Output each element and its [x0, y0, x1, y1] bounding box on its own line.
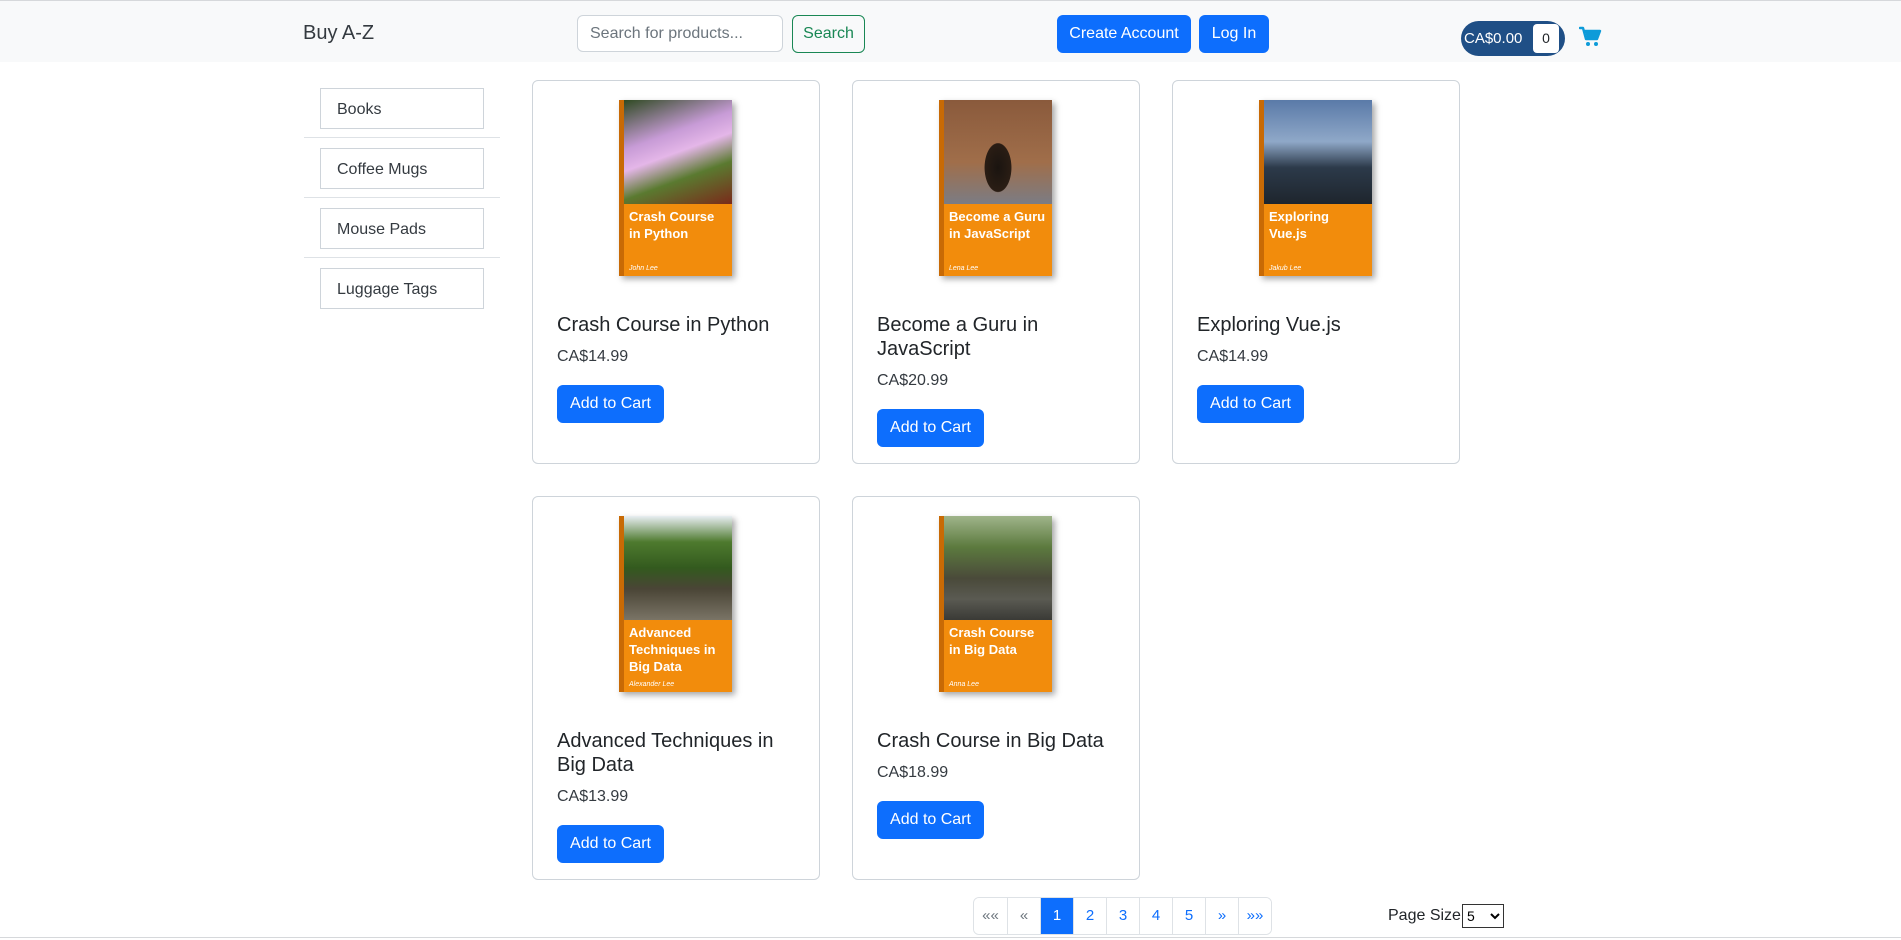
first-page-button[interactable]: «« [974, 898, 1007, 934]
category-sidebar: Books Coffee Mugs Mouse Pads Luggage Tag… [304, 78, 500, 317]
product-card: Crash Course in Big Data Anna Lee Crash … [852, 496, 1140, 880]
product-card: Exploring Vue.js Jakub Lee Exploring Vue… [1172, 80, 1460, 464]
brand-link[interactable]: Buy A-Z [303, 22, 374, 45]
product-price: CA$14.99 [1197, 348, 1269, 365]
page-2-button[interactable]: 2 [1073, 898, 1106, 934]
page-1-button[interactable]: 1 [1040, 898, 1073, 934]
category-row: Luggage Tags [304, 258, 500, 317]
product-price: CA$14.99 [557, 348, 629, 365]
product-title[interactable]: Crash Course in Python [557, 313, 807, 337]
page-size-label: Page Size: [1388, 907, 1466, 924]
cover-author: Lena Lee [949, 265, 979, 272]
page-size-select[interactable]: 5 [1462, 904, 1504, 928]
cover-author: Anna Lee [949, 681, 979, 688]
navbar: Buy A-Z Search Create Account Log In CA$… [0, 0, 1901, 62]
add-to-cart-button[interactable]: Add to Cart [557, 825, 664, 863]
add-to-cart-button[interactable]: Add to Cart [1197, 385, 1304, 423]
product-price: CA$18.99 [877, 764, 949, 781]
page-5-button[interactable]: 5 [1172, 898, 1205, 934]
product-card: Advanced Techniques in Big Data Alexande… [532, 496, 820, 880]
cover-title: Become a Guru in JavaScript [949, 209, 1046, 241]
pagination: «« « 1 2 3 4 5 » »» [973, 897, 1272, 935]
book-cover-image[interactable]: Crash Course in Big Data Anna Lee [939, 516, 1052, 692]
last-page-button[interactable]: »» [1238, 898, 1271, 934]
cover-author: John Lee [629, 265, 658, 272]
book-cover-image[interactable]: Crash Course in Python John Lee [619, 100, 732, 276]
cart-summary[interactable]: CA$0.00 0 [1461, 21, 1565, 56]
book-cover-image[interactable]: Become a Guru in JavaScript Lena Lee [939, 100, 1052, 276]
category-row: Coffee Mugs [304, 138, 500, 198]
book-cover-image[interactable]: Advanced Techniques in Big Data Alexande… [619, 516, 732, 692]
product-title[interactable]: Advanced Techniques in Big Data [557, 729, 807, 777]
add-to-cart-button[interactable]: Add to Cart [877, 409, 984, 447]
page-4-button[interactable]: 4 [1139, 898, 1172, 934]
next-page-button[interactable]: » [1205, 898, 1238, 934]
create-account-button[interactable]: Create Account [1057, 15, 1191, 53]
cover-title: Crash Course in Big Data [949, 625, 1035, 657]
category-coffee-mugs[interactable]: Coffee Mugs [320, 148, 484, 189]
search-button[interactable]: Search [792, 15, 865, 53]
category-row: Books [304, 78, 500, 138]
cover-title: Exploring Vue.js [1269, 209, 1329, 241]
search-input[interactable] [577, 15, 783, 52]
bottom-divider [0, 937, 1901, 938]
cover-author: Alexander Lee [629, 681, 675, 688]
product-card: Crash Course in Python John Lee Crash Co… [532, 80, 820, 464]
cover-author: Jakub Lee [1269, 265, 1302, 272]
login-button[interactable]: Log In [1199, 15, 1269, 53]
category-mouse-pads[interactable]: Mouse Pads [320, 208, 484, 249]
shopping-cart-icon[interactable] [1579, 26, 1603, 48]
cover-title: Advanced Techniques in Big Data [629, 625, 716, 674]
product-title[interactable]: Crash Course in Big Data [877, 729, 1127, 753]
book-cover-image[interactable]: Exploring Vue.js Jakub Lee [1259, 100, 1372, 276]
category-row: Mouse Pads [304, 198, 500, 258]
cart-total: CA$0.00 [1464, 30, 1523, 47]
category-books[interactable]: Books [320, 88, 484, 129]
cover-title: Crash Course in Python [629, 209, 715, 241]
product-price: CA$20.99 [877, 372, 949, 389]
category-luggage-tags[interactable]: Luggage Tags [320, 268, 484, 309]
add-to-cart-button[interactable]: Add to Cart [557, 385, 664, 423]
product-price: CA$13.99 [557, 788, 629, 805]
add-to-cart-button[interactable]: Add to Cart [877, 801, 984, 839]
product-title[interactable]: Exploring Vue.js [1197, 313, 1447, 337]
previous-page-button[interactable]: « [1007, 898, 1040, 934]
page-3-button[interactable]: 3 [1106, 898, 1139, 934]
product-title[interactable]: Become a Guru in JavaScript [877, 313, 1127, 361]
cart-count-badge: 0 [1533, 24, 1559, 53]
product-card: Become a Guru in JavaScript Lena Lee Bec… [852, 80, 1140, 464]
